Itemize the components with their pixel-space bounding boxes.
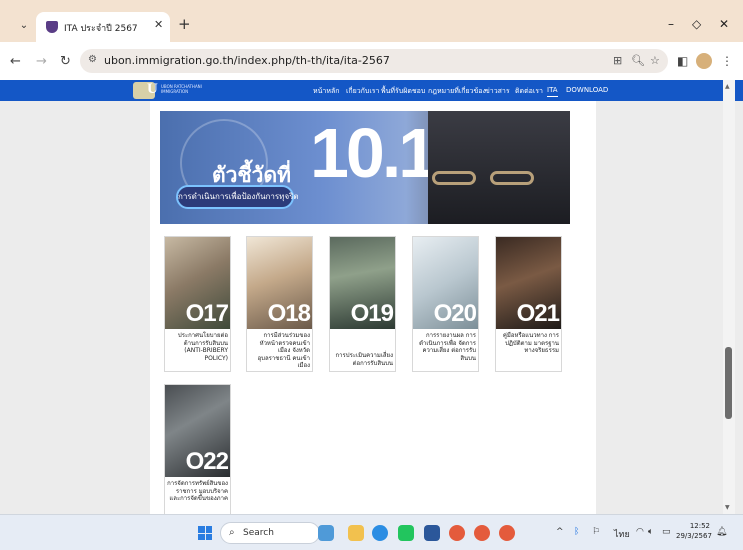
- card-o22-caption: การจัดการทรัพย์สินของ ราชการ มอบบริจาค แ…: [167, 480, 228, 502]
- card-o22-image: O22: [165, 385, 230, 477]
- nav-about[interactable]: เกี่ยวกับเรา: [346, 86, 379, 97]
- card-o19[interactable]: O19 การประเมินความเสี่ยง ต่อการรับสินบน: [329, 236, 396, 372]
- search-icon: ⌕: [229, 527, 235, 538]
- page-scrollbar[interactable]: ▲ ▼: [723, 80, 735, 514]
- card-o19-code: O19: [350, 300, 394, 327]
- notification-bell-icon[interactable]: 🔔︎: [716, 527, 727, 537]
- reload-icon[interactable]: ↻: [60, 54, 71, 69]
- widgets-icon[interactable]: [318, 525, 334, 541]
- card-o17-caption: ประกาศนโยบายต่อ ต้านการรับสินบน (ANTI-BR…: [177, 332, 228, 362]
- card-o22[interactable]: O22 การจัดการทรัพย์สินของ ราชการ มอบบริจ…: [164, 384, 231, 514]
- card-o20[interactable]: O20 การรายงานผล การดำเนินการเพื่อ จัดการ…: [412, 236, 479, 372]
- system-clock[interactable]: 12:52 29/3/2567: [676, 521, 712, 541]
- nav-ita[interactable]: ITA: [547, 86, 558, 97]
- new-tab-icon[interactable]: +: [178, 17, 191, 32]
- nav-contact[interactable]: ติดต่อเรา: [515, 86, 543, 97]
- nav-laws[interactable]: กฎหมายที่เกี่ยวข้อง: [428, 86, 486, 97]
- scroll-thumb[interactable]: [725, 347, 732, 419]
- site-favicon-icon: [46, 21, 58, 33]
- zoom-icon[interactable]: 🔍︎: [631, 54, 645, 67]
- windows-taskbar: ⌕ Search ^ ᛒ ⚐ ไทย ◠ 🔈︎ ▭ 12:52 29/3/256…: [0, 514, 743, 550]
- handcuff-right: [490, 171, 534, 185]
- card-o19-image: O19: [330, 237, 395, 329]
- line-icon[interactable]: [398, 525, 414, 541]
- close-window-icon[interactable]: ✕: [719, 17, 729, 31]
- page-viewport: U UBON RATCHATHANI IMMIGRATION หน้าหลัก …: [0, 80, 743, 514]
- card-o18-code: O18: [267, 300, 311, 327]
- handcuff-left: [432, 171, 476, 185]
- bluetooth-icon[interactable]: ᛒ: [574, 527, 579, 537]
- nav-download[interactable]: DOWNLOAD: [566, 86, 608, 94]
- card-o21-code: O21: [516, 300, 560, 327]
- clock-date: 29/3/2567: [676, 532, 712, 540]
- word-icon[interactable]: [424, 525, 440, 541]
- handcuff-photo: [428, 111, 570, 224]
- card-o18[interactable]: O18 การมีส่วนร่วมของ หัวหน้าตรวจคนเข้าเม…: [246, 236, 313, 372]
- language-indicator[interactable]: ไทย: [614, 527, 630, 541]
- tab-bar: ⌄ ITA ประจำปี 2567 ✕ + – ◇ ✕: [0, 0, 743, 42]
- nav-area[interactable]: พื้นที่รับผิดชอบ: [381, 86, 425, 97]
- restore-icon[interactable]: ◇: [692, 17, 701, 31]
- translate-icon[interactable]: ⊞: [613, 54, 622, 67]
- tab-close-icon[interactable]: ✕: [154, 18, 163, 31]
- browser-tab[interactable]: ITA ประจำปี 2567 ✕: [36, 12, 170, 42]
- card-o22-code: O22: [185, 448, 229, 475]
- site-info-icon[interactable]: ⚙: [88, 54, 97, 65]
- tab-title: ITA ประจำปี 2567: [64, 24, 138, 34]
- nav-home[interactable]: หน้าหลัก: [313, 86, 339, 97]
- browser-app-icon-3[interactable]: [499, 525, 515, 541]
- card-o21[interactable]: O21 คู่มือหรือแนวทาง การปฏิบัติตาม มาตรฐ…: [495, 236, 562, 372]
- card-o18-caption: การมีส่วนร่วมของ หัวหน้าตรวจคนเข้าเมือง …: [257, 332, 310, 369]
- card-o17[interactable]: O17 ประกาศนโยบายต่อ ต้านการรับสินบน (ANT…: [164, 236, 231, 372]
- tray-overflow-icon[interactable]: ^: [556, 527, 564, 537]
- address-bar[interactable]: ⚙ ubon.immigration.go.th/index.php/th-th…: [80, 49, 668, 73]
- card-o19-caption: การประเมินความเสี่ยง ต่อการรับสินบน: [335, 352, 393, 367]
- card-o21-caption: คู่มือหรือแนวทาง การปฏิบัติตาม มาตรฐานทา…: [502, 332, 559, 354]
- security-icon[interactable]: ⚐: [592, 527, 600, 537]
- card-o20-caption: การรายงานผล การดำเนินการเพื่อ จัดการความ…: [419, 332, 476, 362]
- windows-start-icon[interactable]: [198, 526, 212, 540]
- ita-banner: 10.1 ตัวชี้วัดที่ การดำเนินการเพื่อป้องก…: [160, 111, 570, 224]
- profile-avatar[interactable]: [696, 53, 712, 69]
- card-o20-code: O20: [433, 300, 477, 327]
- logo-text: UBON RATCHATHANI IMMIGRATION: [161, 84, 202, 94]
- browser-app-icon-2[interactable]: [474, 525, 490, 541]
- bookmark-star-icon[interactable]: ☆: [650, 54, 660, 67]
- card-o20-image: O20: [413, 237, 478, 329]
- minimize-icon[interactable]: –: [668, 17, 674, 31]
- back-icon[interactable]: ←: [10, 54, 21, 69]
- card-o17-image: O17: [165, 237, 230, 329]
- search-placeholder: Search: [243, 528, 274, 538]
- volume-icon[interactable]: 🔈︎: [648, 527, 653, 537]
- clock-time: 12:52: [689, 522, 710, 530]
- site-navbar: U UBON RATCHATHANI IMMIGRATION หน้าหลัก …: [0, 80, 743, 101]
- banner-pill: การดำเนินการเพื่อป้องกันการทุจริต: [176, 185, 299, 209]
- side-panel-icon[interactable]: ◧: [677, 54, 688, 68]
- browser-app-icon-1[interactable]: [449, 525, 465, 541]
- chrome-icon[interactable]: [372, 525, 388, 541]
- file-explorer-icon[interactable]: [348, 525, 364, 541]
- card-o18-image: O18: [247, 237, 312, 329]
- browser-toolbar: ← → ↻ ⚙ ubon.immigration.go.th/index.php…: [0, 42, 743, 80]
- card-o21-image: O21: [496, 237, 561, 329]
- scroll-up-icon[interactable]: ▲: [725, 83, 730, 90]
- forward-icon[interactable]: →: [36, 54, 47, 69]
- battery-icon[interactable]: ▭: [662, 527, 671, 537]
- banner-number: 10.1: [310, 114, 437, 192]
- page-content: 10.1 ตัวชี้วัดที่ การดำเนินการเพื่อป้องก…: [150, 101, 596, 514]
- wifi-icon[interactable]: ◠: [636, 527, 644, 537]
- logo-letter: U: [147, 81, 158, 97]
- url-text[interactable]: ubon.immigration.go.th/index.php/th-th/i…: [104, 54, 390, 67]
- tab-search-icon[interactable]: ⌄: [16, 18, 32, 34]
- card-o17-code: O17: [185, 300, 229, 327]
- browser-menu-icon[interactable]: ⋮: [721, 54, 733, 68]
- taskbar-search[interactable]: ⌕ Search: [220, 522, 320, 544]
- nav-news[interactable]: ข่าวสาร: [485, 86, 510, 97]
- scroll-down-icon[interactable]: ▼: [725, 504, 730, 511]
